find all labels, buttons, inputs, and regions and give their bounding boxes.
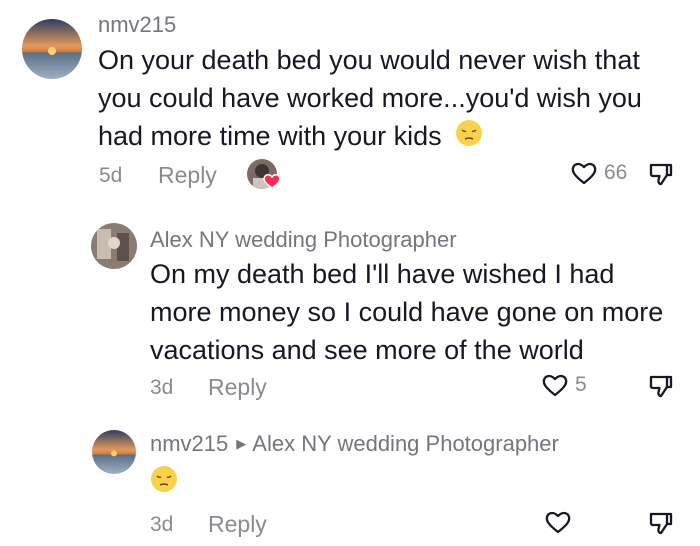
thumbs-down-icon <box>649 163 673 186</box>
pensive-face-emoji <box>455 119 483 157</box>
dislike-button[interactable] <box>647 372 675 400</box>
reply-button[interactable]: Reply <box>208 511 267 538</box>
comment-date: 3d <box>150 513 174 536</box>
comment-3: nmv215 ▶ Alex NY wedding Photographer 3d R… <box>0 420 700 546</box>
like-button[interactable]: 5 <box>541 372 587 398</box>
avatar-photographer[interactable] <box>91 223 137 269</box>
comment-text: On your death bed you would never wish t… <box>98 41 688 157</box>
heart-outline-icon <box>542 374 568 397</box>
like-count: 5 <box>575 373 587 396</box>
comment-2: Alex NY wedding Photographer On my death… <box>0 215 700 405</box>
reply-button[interactable]: Reply <box>208 374 267 401</box>
avatar-sunset[interactable] <box>22 19 82 79</box>
comment-username[interactable]: Alex NY wedding Photographer <box>150 227 457 253</box>
comment-date: 5d <box>99 164 123 187</box>
reply-button[interactable]: Reply <box>158 162 217 189</box>
comment-1: nmv215 On your death bed you would never… <box>0 0 700 200</box>
dislike-button[interactable] <box>647 509 675 537</box>
comment-username[interactable]: nmv215 <box>98 12 176 38</box>
comment-username[interactable]: nmv215 <box>150 431 228 456</box>
pensive-face-emoji <box>150 465 178 498</box>
avatar-sunset[interactable] <box>92 430 136 474</box>
thumbs-down-icon <box>649 512 673 535</box>
heart-outline-icon <box>571 162 597 185</box>
comment-date: 3d <box>150 376 174 399</box>
like-count: 66 <box>604 161 628 184</box>
heart-outline-icon <box>545 511 571 534</box>
dislike-button[interactable] <box>647 160 675 188</box>
comment-text: On my death bed I'll have wished I had m… <box>150 259 664 365</box>
thumbs-down-icon <box>649 375 673 398</box>
like-button[interactable] <box>544 509 572 535</box>
comment-username-row: nmv215 ▶ Alex NY wedding Photographer <box>150 431 559 457</box>
reply-to-username[interactable]: Alex NY wedding Photographer <box>252 431 559 456</box>
reply-arrow-icon: ▶ <box>236 436 247 451</box>
like-button[interactable]: 66 <box>570 160 627 186</box>
creator-heart-badge-icon <box>263 174 281 189</box>
